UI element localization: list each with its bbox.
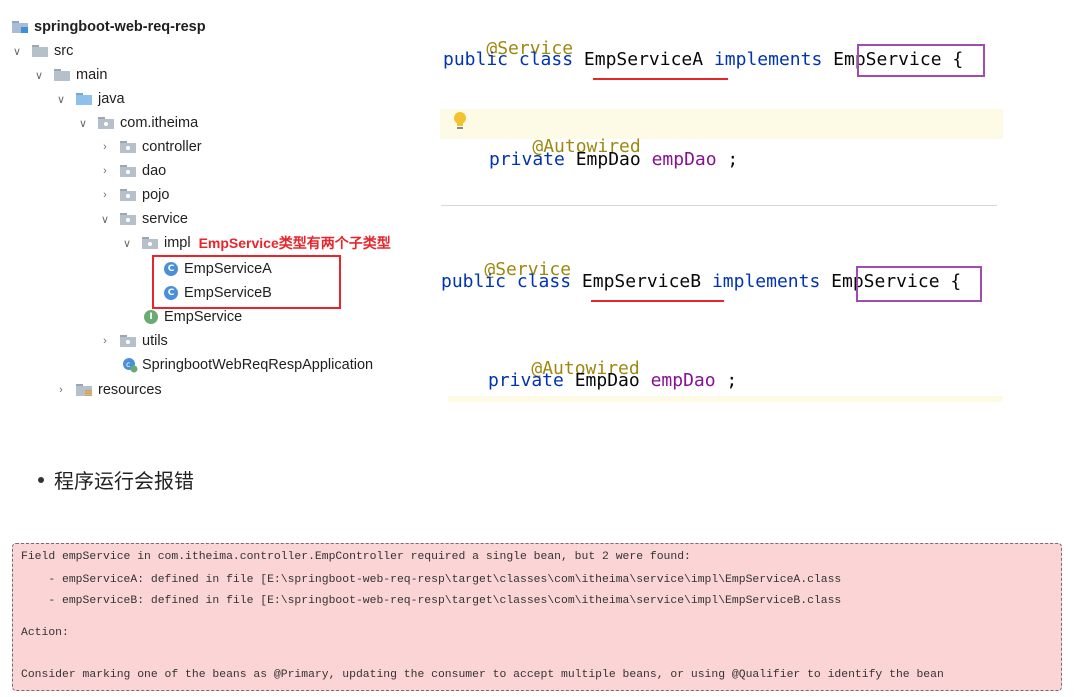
package-icon <box>142 237 158 249</box>
tree-label: EmpServiceB <box>184 285 272 301</box>
tree-item-service[interactable]: ∨ service <box>98 207 188 231</box>
tree-item-java[interactable]: ∨ java <box>54 87 125 111</box>
tree-label: SpringbootWebReqRespApplication <box>142 357 374 373</box>
annotation-label: EmpService类型有两个子类型 <box>198 235 391 251</box>
resources-folder-icon <box>76 384 92 396</box>
class-name: EmpServiceB <box>581 271 702 292</box>
chevron-down-icon[interactable]: ∨ <box>32 68 46 82</box>
line-highlight <box>448 396 1003 402</box>
tree-item-main[interactable]: ∨ main <box>32 63 107 87</box>
chevron-down-icon[interactable]: ∨ <box>10 44 24 58</box>
tree-label: src <box>54 43 74 59</box>
tree-label: impl <box>164 235 191 251</box>
keyword: private <box>489 149 576 170</box>
code-line: private EmpDao empDao ; <box>488 370 737 391</box>
class-icon: C <box>164 286 178 300</box>
package-icon <box>120 189 136 201</box>
semicolon: ; <box>716 149 739 170</box>
chevron-down-icon[interactable]: ∨ <box>98 212 112 226</box>
chevron-right-icon[interactable]: › <box>98 334 112 348</box>
class-name: EmpServiceA <box>583 49 704 70</box>
chevron-right-icon[interactable]: › <box>98 140 112 154</box>
error-line: - empServiceA: defined in file [E:\sprin… <box>21 574 842 586</box>
tree-item-src[interactable]: ∨ src <box>10 39 73 63</box>
tree-label: EmpServiceA <box>184 261 272 277</box>
tree-item-pojo[interactable]: › pojo <box>98 183 169 207</box>
package-icon <box>120 165 136 177</box>
tree-item-application[interactable]: c SpringbootWebReqRespApplication <box>122 353 373 377</box>
chevron-down-icon[interactable]: ∨ <box>54 92 68 106</box>
chevron-right-icon[interactable]: › <box>98 164 112 178</box>
bullet-text: 程序运行会报错 <box>54 469 194 493</box>
divider <box>441 205 997 206</box>
keyword: private <box>488 370 575 391</box>
tree-project-root[interactable]: springboot-web-req-resp <box>12 15 206 39</box>
field-type: EmpDao <box>575 149 652 170</box>
project-folder-icon <box>12 21 28 33</box>
tree-label: com.itheima <box>120 115 199 131</box>
tree-label: dao <box>142 163 167 179</box>
tree-label: service <box>142 211 188 227</box>
error-message-box: Field empService in com.itheima.controll… <box>12 543 1062 691</box>
tree-label: resources <box>98 382 162 398</box>
error-line: Consider marking one of the beans as @Pr… <box>21 669 944 681</box>
chevron-down-icon[interactable]: ∨ <box>120 236 134 250</box>
spring-app-icon: c <box>122 357 138 373</box>
tree-item-controller[interactable]: › controller <box>98 135 202 159</box>
class-icon: C <box>164 262 178 276</box>
field-name: empDao <box>651 149 717 170</box>
tree-item-utils[interactable]: › utils <box>98 329 168 353</box>
error-line: Action: <box>21 627 69 639</box>
interface-highlight-box <box>856 266 982 302</box>
error-line: Field empService in com.itheima.controll… <box>21 551 691 563</box>
keyword: implements <box>703 49 834 70</box>
bullet-item: 程序运行会报错 <box>38 465 194 494</box>
keyword: implements <box>701 271 832 292</box>
tree-item-resources[interactable]: › resources <box>54 378 162 402</box>
classname-underline <box>593 78 728 80</box>
keyword: public class <box>441 271 582 292</box>
bullet-dot <box>38 476 44 483</box>
package-icon <box>120 335 136 347</box>
chevron-right-icon[interactable]: › <box>98 188 112 202</box>
tree-label: controller <box>142 139 202 155</box>
semicolon: ; <box>715 370 738 391</box>
tree-item-dao[interactable]: › dao <box>98 159 166 183</box>
tree-label: main <box>76 67 108 83</box>
package-icon <box>98 117 114 129</box>
tree-item-package[interactable]: ∨ com.itheima <box>76 111 198 135</box>
chevron-right-icon[interactable]: › <box>54 383 68 397</box>
interface-icon: I <box>144 310 158 324</box>
tree-label: utils <box>142 333 168 349</box>
tree-item-impl[interactable]: ∨ impl EmpService类型有两个子类型 <box>120 231 391 255</box>
code-line: private EmpDao empDao ; <box>489 149 738 170</box>
tree-label: pojo <box>142 187 170 203</box>
tree-label: java <box>98 91 125 107</box>
bulb-icon[interactable] <box>453 111 467 136</box>
source-folder-icon <box>76 93 92 105</box>
package-icon <box>120 141 136 153</box>
tree-item-empserviceb[interactable]: C EmpServiceB <box>164 281 272 305</box>
svg-text:c: c <box>126 360 130 369</box>
field-name: empDao <box>650 370 716 391</box>
keyword: public class <box>443 49 584 70</box>
tree-label: EmpService <box>164 309 243 325</box>
field-type: EmpDao <box>574 370 651 391</box>
tree-item-empservice[interactable]: I EmpService <box>144 305 242 329</box>
project-name: springboot-web-req-resp <box>34 19 206 35</box>
tree-item-empservicea[interactable]: C EmpServiceA <box>164 257 272 281</box>
package-icon <box>120 213 136 225</box>
folder-icon <box>32 45 48 57</box>
interface-highlight-box <box>857 44 985 77</box>
error-line: - empServiceB: defined in file [E:\sprin… <box>21 595 842 607</box>
classname-underline <box>591 300 724 302</box>
chevron-down-icon[interactable]: ∨ <box>76 116 90 130</box>
folder-icon <box>54 69 70 81</box>
